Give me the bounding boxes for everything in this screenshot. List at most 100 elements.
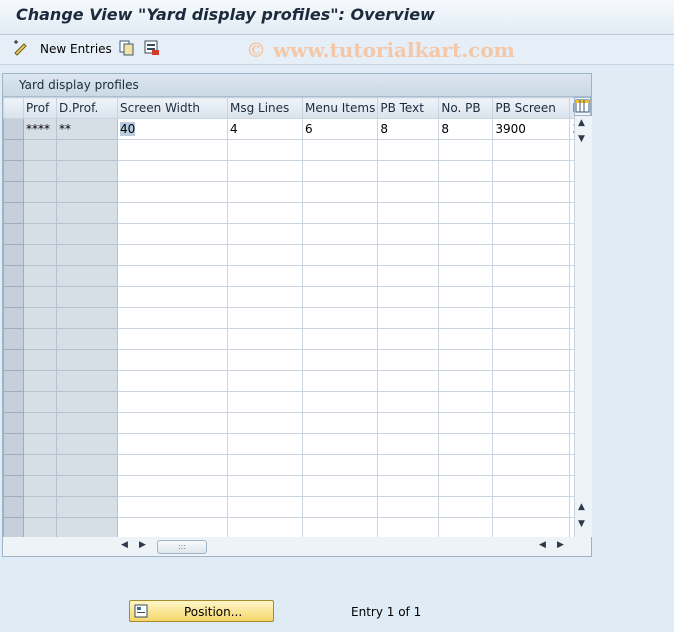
table-cell-input[interactable] xyxy=(117,496,228,518)
table-cell-input[interactable] xyxy=(377,433,440,455)
table-cell-input[interactable] xyxy=(227,286,303,308)
table-cell-input[interactable] xyxy=(377,181,440,203)
row-selector[interactable] xyxy=(3,454,24,476)
table-cell-input[interactable] xyxy=(117,223,228,245)
table-cell-input[interactable] xyxy=(117,265,228,287)
table-cell-input[interactable] xyxy=(438,475,494,497)
table-cell-input[interactable] xyxy=(301,265,379,287)
table-cell-input[interactable] xyxy=(492,370,571,392)
scroll-down-icon[interactable]: ▼ xyxy=(578,134,585,144)
table-cell-input[interactable] xyxy=(227,433,303,455)
table-cell-input[interactable] xyxy=(438,160,494,182)
table-cell-input[interactable] xyxy=(117,370,228,392)
row-selector[interactable] xyxy=(3,307,24,329)
row-selector[interactable] xyxy=(3,370,24,392)
table-cell-input[interactable] xyxy=(117,517,228,537)
table-cell-input[interactable] xyxy=(377,286,440,308)
table-cell-input[interactable] xyxy=(301,244,379,266)
table-cell-input[interactable] xyxy=(377,139,440,161)
table-cell-input[interactable] xyxy=(301,475,379,497)
table-cell-input[interactable] xyxy=(301,139,379,161)
table-cell-input[interactable] xyxy=(377,202,440,224)
row-selector[interactable] xyxy=(3,160,24,182)
table-cell-input[interactable] xyxy=(492,328,571,350)
column-header[interactable]: PB Text xyxy=(377,97,440,119)
table-cell-input[interactable] xyxy=(438,286,494,308)
position-button[interactable]: Position... xyxy=(129,600,274,622)
table-cell-input[interactable] xyxy=(492,244,571,266)
table-cell-input[interactable] xyxy=(227,139,303,161)
table-cell-input[interactable] xyxy=(301,517,379,537)
table-cell-input[interactable] xyxy=(492,475,571,497)
table-cell-input[interactable] xyxy=(492,496,571,518)
table-cell-input[interactable] xyxy=(377,349,440,371)
row-selector-header[interactable] xyxy=(3,97,24,119)
table-cell-input[interactable] xyxy=(301,181,379,203)
table-cell-input[interactable] xyxy=(117,286,228,308)
table-cell-input[interactable] xyxy=(227,391,303,413)
table-cell-input[interactable] xyxy=(227,202,303,224)
table-cell-input[interactable] xyxy=(438,139,494,161)
copy-icon[interactable] xyxy=(118,39,136,57)
row-selector[interactable] xyxy=(3,349,24,371)
table-cell-input[interactable]: 40 xyxy=(117,118,228,140)
table-cell-input[interactable] xyxy=(492,139,571,161)
table-cell-input[interactable] xyxy=(377,328,440,350)
table-cell-input[interactable] xyxy=(301,412,379,434)
table-cell-input[interactable] xyxy=(377,496,440,518)
table-cell-input[interactable] xyxy=(377,244,440,266)
row-selector[interactable] xyxy=(3,328,24,350)
table-cell-input[interactable]: 8 xyxy=(377,118,440,140)
table-cell-input[interactable] xyxy=(438,244,494,266)
table-cell-input[interactable] xyxy=(227,412,303,434)
table-cell-input[interactable] xyxy=(377,223,440,245)
table-cell-input[interactable] xyxy=(227,265,303,287)
table-cell-input[interactable] xyxy=(301,454,379,476)
row-selector[interactable] xyxy=(3,118,24,140)
table-cell-input[interactable] xyxy=(301,286,379,308)
row-selector[interactable] xyxy=(3,412,24,434)
table-cell-input[interactable] xyxy=(438,496,494,518)
scroll-left-icon[interactable]: ◀ xyxy=(539,540,546,550)
delete-icon[interactable] xyxy=(143,39,161,57)
table-cell-input[interactable] xyxy=(377,370,440,392)
table-cell-input[interactable] xyxy=(301,307,379,329)
scroll-thumb[interactable]: ::: xyxy=(157,540,207,554)
table-cell-input[interactable] xyxy=(301,349,379,371)
table-cell-input[interactable] xyxy=(301,202,379,224)
table-cell-input[interactable] xyxy=(227,223,303,245)
table-cell-input[interactable] xyxy=(301,328,379,350)
table-cell-input[interactable] xyxy=(117,139,228,161)
table-cell-input[interactable] xyxy=(377,265,440,287)
table-cell-input[interactable] xyxy=(117,307,228,329)
table-cell-input[interactable] xyxy=(438,202,494,224)
table-cell-input[interactable] xyxy=(227,496,303,518)
table-cell-input[interactable] xyxy=(492,349,571,371)
table-cell-input[interactable] xyxy=(117,349,228,371)
scroll-left-icon[interactable]: ◀ xyxy=(121,540,128,550)
table-cell-input[interactable] xyxy=(117,202,228,224)
table-cell-input[interactable] xyxy=(438,307,494,329)
table-cell-input[interactable] xyxy=(377,391,440,413)
row-selector[interactable] xyxy=(3,475,24,497)
table-cell-input[interactable] xyxy=(492,181,571,203)
scroll-down-icon[interactable]: ▼ xyxy=(578,519,585,529)
table-cell-input[interactable] xyxy=(227,475,303,497)
table-cell-input[interactable]: 8 xyxy=(438,118,494,140)
table-cell-input[interactable] xyxy=(117,433,228,455)
horizontal-scrollbar[interactable]: ◀ ▶ ::: ◀ ▶ xyxy=(117,537,573,555)
row-selector[interactable] xyxy=(3,139,24,161)
table-cell-input[interactable] xyxy=(227,160,303,182)
table-cell-input[interactable] xyxy=(492,160,571,182)
column-header[interactable]: Screen Width xyxy=(117,97,228,119)
row-selector[interactable] xyxy=(3,181,24,203)
table-cell-input[interactable] xyxy=(377,517,440,537)
row-selector[interactable] xyxy=(3,391,24,413)
new-entries-icon[interactable] xyxy=(12,39,30,57)
column-header[interactable]: D.Prof. xyxy=(56,97,118,119)
table-cell-input[interactable] xyxy=(301,223,379,245)
scroll-up-icon[interactable]: ▲ xyxy=(578,502,585,512)
table-cell-input[interactable] xyxy=(492,391,571,413)
table-cell-input[interactable] xyxy=(438,328,494,350)
table-cell-input[interactable] xyxy=(438,391,494,413)
